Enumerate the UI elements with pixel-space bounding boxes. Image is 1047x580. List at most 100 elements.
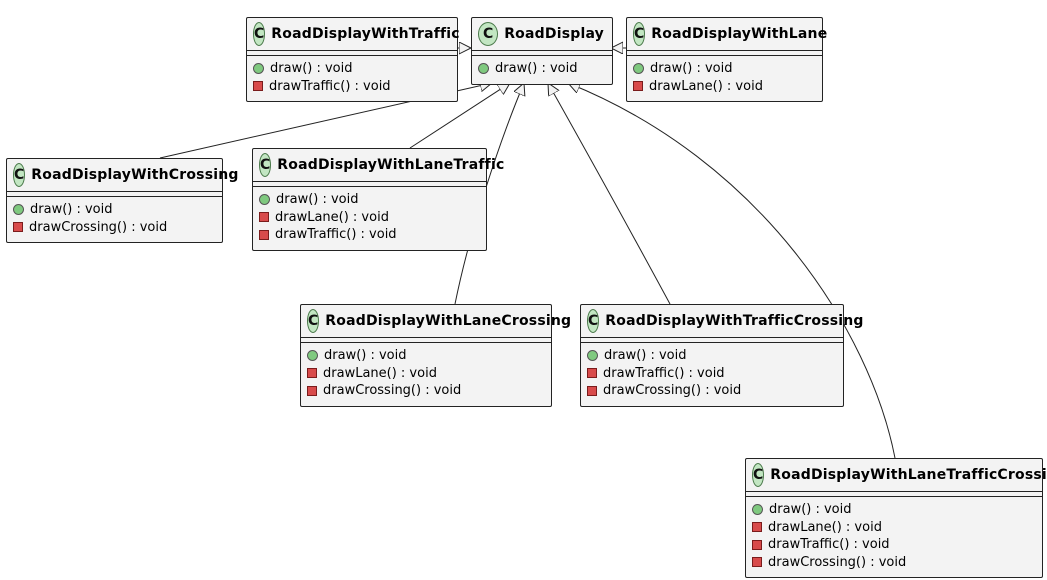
method-signature: draw() : void — [769, 501, 852, 519]
class-RoadDisplayWithLaneTraffic: CRoadDisplayWithLaneTraffic draw() : void… — [252, 148, 487, 251]
method-signature: drawLane() : void — [768, 519, 882, 537]
class-header: CRoadDisplayWithLane — [627, 18, 822, 51]
visibility-public-icon — [13, 204, 24, 215]
method-signature: drawTraffic() : void — [768, 536, 890, 554]
class-stereotype-icon: C — [307, 309, 319, 333]
class-method: draw() : void — [587, 347, 837, 365]
class-method: draw() : void — [633, 60, 816, 78]
class-method: drawCrossing() : void — [587, 382, 837, 400]
class-method: drawTraffic() : void — [587, 365, 837, 383]
method-signature: drawTraffic() : void — [275, 226, 397, 244]
class-RoadDisplay: C RoadDisplay draw() : void — [471, 17, 613, 85]
class-name: RoadDisplayWithTraffic — [271, 26, 460, 42]
visibility-private-icon — [587, 368, 597, 378]
method-signature: drawCrossing() : void — [768, 554, 906, 572]
class-method: drawLane() : void — [307, 365, 545, 383]
class-method: drawCrossing() : void — [307, 382, 545, 400]
class-method: drawTraffic() : void — [752, 536, 1036, 554]
method-signature: draw() : void — [276, 191, 359, 209]
class-RoadDisplayWithLane: CRoadDisplayWithLane draw() : voiddrawLan… — [626, 17, 823, 102]
class-name: RoadDisplayWithLane — [651, 26, 827, 42]
class-method: drawLane() : void — [633, 78, 816, 96]
visibility-private-icon — [633, 81, 643, 91]
method-signature: drawCrossing() : void — [603, 382, 741, 400]
class-header: CRoadDisplayWithLaneTrafficCrossing — [746, 459, 1042, 492]
class-header: CRoadDisplayWithCrossing — [7, 159, 222, 192]
class-method: draw() : void — [13, 201, 216, 219]
class-methods-compartment: draw() : void — [472, 56, 612, 84]
method-signature: drawTraffic() : void — [269, 78, 391, 96]
class-RoadDisplayWithCrossing: CRoadDisplayWithCrossing draw() : voiddra… — [6, 158, 223, 243]
method-signature: drawLane() : void — [649, 78, 763, 96]
visibility-public-icon — [752, 504, 763, 515]
visibility-public-icon — [478, 63, 489, 74]
class-name: RoadDisplayWithLaneTrafficCrossing — [770, 467, 1047, 483]
class-methods-compartment: draw() : voiddrawLane() : voiddrawTraffi… — [253, 187, 486, 250]
class-method: drawLane() : void — [752, 519, 1036, 537]
visibility-private-icon — [259, 212, 269, 222]
class-RoadDisplayWithTraffic: C RoadDisplayWithTraffic draw() : voiddraw… — [246, 17, 458, 102]
class-RoadDisplayWithLaneTrafficCrossing: CRoadDisplayWithLaneTrafficCrossing draw(… — [745, 458, 1043, 578]
class-RoadDisplayWithTrafficCrossing: CRoadDisplayWithTrafficCrossing draw() : … — [580, 304, 844, 407]
visibility-private-icon — [587, 386, 597, 396]
class-stereotype-icon: C — [259, 153, 271, 177]
method-signature: drawTraffic() : void — [603, 365, 725, 383]
class-stereotype-icon: C — [587, 309, 599, 333]
method-signature: drawCrossing() : void — [323, 382, 461, 400]
class-stereotype-icon: C — [752, 463, 764, 487]
visibility-private-icon — [307, 368, 317, 378]
visibility-public-icon — [259, 194, 270, 205]
class-methods-compartment: draw() : voiddrawTraffic() : void — [247, 56, 457, 101]
class-header: CRoadDisplayWithLaneCrossing — [301, 305, 551, 338]
method-signature: draw() : void — [495, 60, 578, 78]
class-method: drawTraffic() : void — [259, 226, 480, 244]
class-method: drawCrossing() : void — [752, 554, 1036, 572]
class-method: draw() : void — [307, 347, 545, 365]
visibility-private-icon — [259, 230, 269, 240]
class-RoadDisplayWithLaneCrossing: CRoadDisplayWithLaneCrossing draw() : voi… — [300, 304, 552, 407]
visibility-private-icon — [307, 386, 317, 396]
visibility-public-icon — [587, 350, 598, 361]
class-method: draw() : void — [752, 501, 1036, 519]
class-methods-compartment: draw() : voiddrawLane() : voiddrawTraffi… — [746, 497, 1042, 577]
class-methods-compartment: draw() : voiddrawCrossing() : void — [7, 197, 222, 242]
method-signature: draw() : void — [324, 347, 407, 365]
class-name: RoadDisplayWithLaneTraffic — [277, 157, 504, 173]
class-header: CRoadDisplayWithTrafficCrossing — [581, 305, 843, 338]
class-name: RoadDisplayWithCrossing — [31, 167, 238, 183]
method-signature: drawLane() : void — [275, 209, 389, 227]
class-name: RoadDisplay — [504, 26, 604, 42]
method-signature: draw() : void — [30, 201, 113, 219]
visibility-private-icon — [752, 540, 762, 550]
method-signature: draw() : void — [270, 60, 353, 78]
class-header: CRoadDisplayWithLaneTraffic — [253, 149, 486, 182]
visibility-private-icon — [13, 222, 23, 232]
class-name: RoadDisplayWithTrafficCrossing — [605, 313, 863, 329]
class-methods-compartment: draw() : voiddrawTraffic() : voiddrawCro… — [581, 343, 843, 406]
class-method: draw() : void — [478, 60, 606, 78]
class-method: drawLane() : void — [259, 209, 480, 227]
method-signature: draw() : void — [650, 60, 733, 78]
class-method: draw() : void — [259, 191, 480, 209]
visibility-private-icon — [253, 81, 263, 91]
class-name: RoadDisplayWithLaneCrossing — [325, 313, 571, 329]
method-signature: draw() : void — [604, 347, 687, 365]
class-stereotype-icon: C — [633, 22, 645, 46]
extends-arrow — [548, 83, 670, 304]
class-method: drawTraffic() : void — [253, 78, 451, 96]
method-signature: drawCrossing() : void — [29, 219, 167, 237]
visibility-public-icon — [253, 63, 264, 74]
visibility-private-icon — [752, 557, 762, 567]
class-methods-compartment: draw() : voiddrawLane() : void — [627, 56, 822, 101]
class-method: draw() : void — [253, 60, 451, 78]
visibility-public-icon — [307, 350, 318, 361]
class-header: C RoadDisplayWithTraffic — [247, 18, 457, 51]
class-stereotype-icon: C — [253, 22, 265, 46]
class-stereotype-icon: C — [13, 163, 25, 187]
class-header: C RoadDisplay — [472, 18, 612, 51]
visibility-private-icon — [752, 522, 762, 532]
class-stereotype-icon: C — [478, 22, 498, 46]
class-method: drawCrossing() : void — [13, 219, 216, 237]
class-methods-compartment: draw() : voiddrawLane() : voiddrawCrossi… — [301, 343, 551, 406]
method-signature: drawLane() : void — [323, 365, 437, 383]
